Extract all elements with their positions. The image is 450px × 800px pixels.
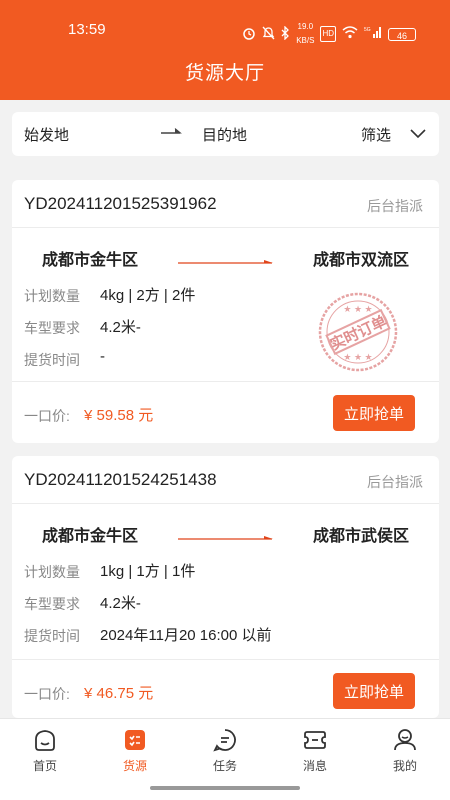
order-header: YD20241120152539196​2 后台指派 [12,180,439,228]
alarm-icon [242,26,256,43]
tab-profile[interactable]: 我的 [360,727,450,774]
realtime-order-stamp: 实时订单 ★ ★ ★ ★ ★ ★ [316,290,400,379]
mute-icon [262,26,275,43]
svg-text:★ ★ ★: ★ ★ ★ [343,352,372,362]
order-number: YD20241120152425143​8 [24,470,217,489]
top-bar: 13:59 19.0 KB/S HD 5G 46 货源大厅 [0,0,450,100]
route-row: 成都市金牛区 成都市武侯区 [12,504,439,554]
route-filter-bar: 始发地 目的地 筛选 [12,112,439,156]
order-price: ¥ 59.58 元 [84,407,154,424]
route-to: 成都市武侯区 [312,528,409,545]
order-number: YD20241120152539196​2 [24,194,217,213]
origin-selector[interactable]: 始发地 [24,124,69,145]
chevron-down-icon[interactable] [409,127,427,144]
assignment-tag: 后台指派 [367,474,423,490]
hd-badge: HD [320,26,336,42]
page-title: 货源大厅 [184,63,265,84]
status-bar: 13:59 19.0 KB/S HD 5G 46 [0,0,450,45]
order-footer: 一口价: ¥ 59.58 元 立即抢单 [12,381,439,443]
route-from: 成都市金牛区 [42,252,139,269]
network-speed: 19.0 KB/S [296,22,315,45]
home-indicator[interactable] [150,786,300,790]
svg-text:5G: 5G [364,27,371,33]
tab-cargo[interactable]: 货源 [90,727,180,774]
task-icon [213,729,236,752]
battery-indicator: 46 [388,27,416,41]
home-icon [35,730,55,751]
order-price: ¥ 46.75 元 [84,685,154,702]
filter-button[interactable]: 筛选 [361,124,391,145]
route-from: 成都市金牛区 [42,528,139,545]
wifi-icon [342,26,358,42]
arrow-right-icon [160,126,182,143]
order-card[interactable]: YD20241120152425143​8 后台指派 成都市金牛区 成都市武侯区… [12,456,439,718]
profile-icon [394,729,416,751]
route-arrow-icon [178,252,274,270]
message-icon [304,731,326,749]
svg-text:★ ★ ★: ★ ★ ★ [343,304,372,314]
status-icons: 19.0 KB/S HD 5G 46 [242,20,416,48]
order-card[interactable]: YD20241120152539196​2 后台指派 成都市金牛区 成都市双流区… [12,180,439,443]
destination-selector[interactable]: 目的地 [202,124,247,145]
assignment-tag: 后台指派 [367,198,423,214]
route-row: 成都市金牛区 成都市双流区 [12,228,439,278]
tab-home[interactable]: 首页 [0,727,90,774]
tab-task[interactable]: 任务 [180,727,270,774]
vehicle-row: 车型要求 4.2米- [24,595,141,612]
order-footer: 一口价: ¥ 46.75 元 立即抢单 [12,659,439,718]
signal-icon: 5G [364,26,382,42]
grab-order-button[interactable]: 立即抢单 [333,673,415,709]
grab-order-button[interactable]: 立即抢单 [333,395,415,431]
bluetooth-icon [281,24,290,43]
status-time: 13:59 [68,21,106,38]
pickup-time-row: 提货时间 2024年11月20 16:00 以前 [24,627,272,644]
route-to: 成都市双流区 [312,252,409,269]
quantity-row: 计划数量 1kg | 1方 | 1件 [24,563,196,580]
route-arrow-icon [178,528,274,546]
order-header: YD20241120152425143​8 后台指派 [12,456,439,504]
tab-message[interactable]: 消息 [270,727,360,774]
cargo-icon [125,730,145,750]
